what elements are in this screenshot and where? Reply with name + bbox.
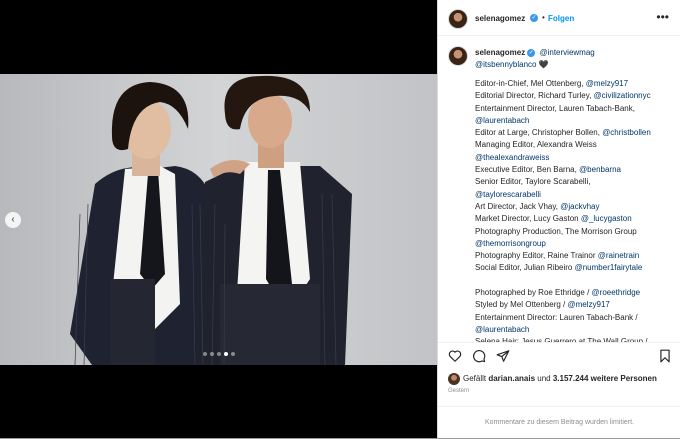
caption-line: @thealexandraweiss [475,152,675,164]
caption-line: Entertainment Director: Lauren Tabach-Ba… [475,312,675,324]
caption-line: @laurentabach [475,115,675,127]
likes-text: Gefällt darian.anais und 3.157.244 weite… [463,374,657,383]
caption-line: Photographed by Roe Ethridge / @roeethri… [475,287,675,299]
mention-link[interactable]: @taylorescarabelli [475,190,541,199]
caption-line: Executive Editor, Ben Barna, @benbarna [475,164,675,176]
caption-text-segment: Editor-in-Chief, Mel Ottenberg, [475,79,586,88]
mention-link[interactable]: @laurentabach [475,325,529,334]
mention-link[interactable]: @_lucygaston [581,214,632,223]
liker-avatar[interactable] [448,373,460,385]
mention-link[interactable]: @itsbennyblanco [475,60,537,69]
verified-badge-icon: ✓ [527,48,536,57]
likes-count[interactable]: 3.157.244 weitere Personen [553,374,657,383]
action-bar [438,342,680,370]
caption-text-segment: Senior Editor, Taylore Scarabelli, [475,177,591,187]
caption-avatar[interactable] [448,46,468,66]
caption-line: Entertainment Director, Lauren Tabach-Ba… [475,103,675,115]
caption-text-segment: Executive Editor, Ben Barna, [475,165,580,175]
mention-link[interactable]: @themorrisongroup [475,239,546,248]
caption-second-line: @itsbennyblanco 🖤 [475,60,549,69]
caption-text-segment: Managing Editor, Alexandra Weiss [475,140,597,150]
post-photo[interactable] [0,74,437,365]
caption-line: @laurentabach [475,324,675,336]
liker-username[interactable]: darian.anais [488,374,535,383]
header-username[interactable]: selenagomez [475,14,525,23]
caption-text-segment: Photography Production, The Morrison Gro… [475,226,637,236]
caption-line: Managing Editor, Alexandra Weiss [475,139,675,151]
caption-text: Editor-in-Chief, Mel Ottenberg, @melzy91… [475,78,675,342]
caption-text-segment: Art Director, Jack Vhay, [475,201,561,211]
carousel-prev-button[interactable]: ‹ [5,212,21,228]
caption-text-segment: Photographed by Roe Ethridge / [475,288,592,298]
caption-text-segment: Styled by Mel Ottenberg / [475,300,568,310]
mention-link[interactable]: @benbarna [579,165,621,174]
caption-text-segment: Market Director, Lucy Gaston [475,214,581,224]
caption-username[interactable]: selenagomez [475,48,525,57]
caption-line: Photography Production, The Morrison Gro… [475,226,675,238]
black-heart-icon: 🖤 [538,60,549,69]
post-header: selenagomez ✓ • Folgen ••• [438,0,680,36]
caption-first-line: selenagomez ✓ @interviewmag [475,48,595,57]
mention-link[interactable]: @number1fairytale [575,263,643,272]
post-date[interactable]: Gestern [448,388,469,394]
more-horizontal-icon[interactable]: ••• [656,10,669,24]
carousel-dot [202,352,207,356]
mention-link[interactable]: @melzy917 [586,79,628,88]
follow-button[interactable]: Folgen [548,14,574,23]
mention-link[interactable]: @christbollen [602,128,651,137]
caption-line: Senior Editor, Taylore Scarabelli, [475,176,675,188]
likes-summary: Gefällt darian.anais und 3.157.244 weite… [448,372,678,386]
caption-line: Photography Editor, Raine Trainor @raine… [475,250,675,262]
carousel-indicator [0,352,437,356]
avatar[interactable] [448,9,468,29]
caption-text-segment: Entertainment Director: Lauren Tabach-Ba… [475,312,638,322]
bookmark-icon[interactable] [658,349,672,363]
comments-limited-notice: Kommentare zu diesem Beitrag wurden limi… [438,406,680,438]
comment-icon[interactable] [472,349,486,363]
caption-line: Styled by Mel Ottenberg / @melzy917 [475,299,675,311]
caption-text-segment: Social Editor, Julian Ribeiro [475,263,575,273]
mention-link[interactable]: @melzy917 [568,300,610,309]
caption-line: Social Editor, Julian Ribeiro @number1fa… [475,262,675,274]
post-sidebar: selenagomez ✓ • Folgen ••• selenagomez ✓ … [437,0,680,438]
caption-text-segment: Photography Editor, Raine Trainor [475,251,598,261]
carousel-dot [216,352,221,356]
caption-line: Editor at Large, Christopher Bollen, @ch… [475,127,675,139]
post-modal: ‹ selenagomez ✓ • Folgen ••• selenagomez… [0,0,680,438]
mention-link[interactable]: @laurentabach [475,116,529,125]
caption-text-segment: Entertainment Director, Lauren Tabach-Ba… [475,103,635,113]
mention-link[interactable]: @rainetrain [598,251,639,260]
carousel-dot [230,352,235,356]
mention-link[interactable]: @roeethridge [592,288,641,297]
chevron-left-icon: ‹ [11,214,15,225]
mention-link[interactable]: @thealexandraweiss [475,153,549,162]
mention-link[interactable]: @interviewmag [539,48,594,57]
caption-line: Editorial Director, Richard Turley, @civ… [475,90,675,102]
separator-dot: • [542,13,545,22]
caption-line: Art Director, Jack Vhay, @jackvhay [475,201,675,213]
carousel-dot [223,352,228,356]
caption-line: @themorrisongroup [475,238,675,250]
mention-link[interactable]: @jackvhay [560,202,599,211]
heart-icon[interactable] [448,349,462,363]
carousel-dot [209,352,214,356]
caption-line: Editor-in-Chief, Mel Ottenberg, @melzy91… [475,78,675,90]
caption-text-segment: Editorial Director, Richard Turley, [475,91,594,101]
verified-badge-icon: ✓ [530,14,538,22]
mention-link[interactable]: @civilizationnyc [594,91,651,100]
caption-line: @taylorescarabelli [475,189,675,201]
share-icon[interactable] [496,349,510,363]
caption-section: selenagomez ✓ @interviewmag @itsbennyblan… [438,36,680,342]
media-viewer: ‹ [0,0,437,438]
caption-text-segment: Editor at Large, Christopher Bollen, [475,128,603,138]
caption-line: Market Director, Lucy Gaston @_lucygasto… [475,213,675,225]
